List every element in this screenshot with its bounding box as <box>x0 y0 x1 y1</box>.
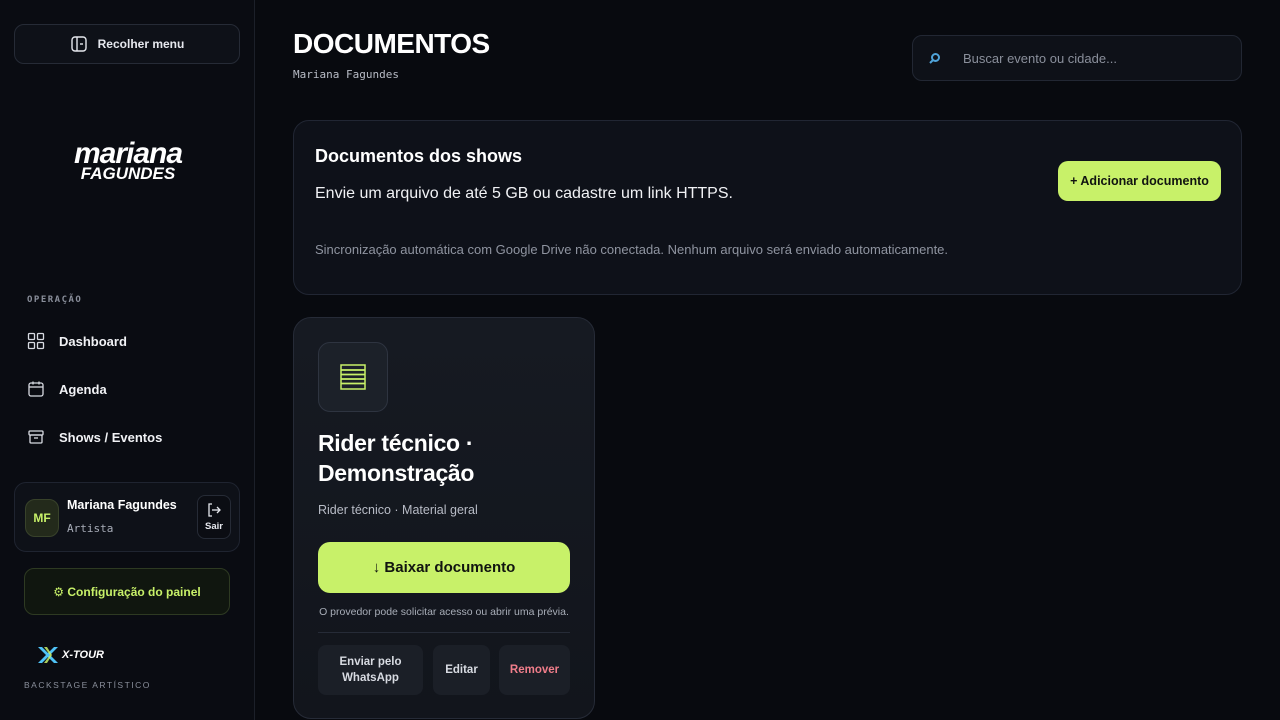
artist-logo: mariana FAGUNDES <box>57 139 199 182</box>
page-title: DOCUMENTOS <box>293 28 490 59</box>
user-name: Mariana Fagundes <box>67 498 177 512</box>
search-input[interactable] <box>963 36 1233 80</box>
calendar-icon <box>28 381 44 397</box>
x-tour-logo-icon <box>38 647 58 663</box>
document-title: Rider técnico · Demonstração <box>318 430 475 486</box>
avatar: MF <box>25 499 59 537</box>
grid-icon <box>27 332 45 350</box>
remove-document-button[interactable]: Remover <box>499 645 570 695</box>
sidebar-item-agenda[interactable]: Agenda <box>27 379 107 399</box>
search-box <box>912 35 1242 81</box>
section-label-operacao: OPERAÇÃO <box>27 295 83 305</box>
sidebar-toggle-icon <box>70 36 87 52</box>
sidebar-item-shows-eventos[interactable]: Shows / Eventos <box>27 427 162 447</box>
brand-logo: X-TOUR <box>36 645 104 665</box>
user-role: Artista <box>67 522 114 535</box>
sidebar-item-label: Shows / Eventos <box>59 429 163 445</box>
logout-icon <box>208 503 221 517</box>
panel-description: Envie um arquivo de até 5 GB ou cadastre… <box>315 185 733 202</box>
sidebar-item-label: Dashboard <box>59 333 127 349</box>
documents-panel: Documentos dos shows Envie um arquivo de… <box>293 120 1242 295</box>
brand-subtitle: BACKSTAGE ARTÍSTICO <box>24 680 151 690</box>
document-hint: O provedor pode solicitar acesso ou abri… <box>319 606 569 618</box>
sidebar-item-label: Agenda <box>59 381 107 397</box>
brand-name: X-TOUR <box>62 649 104 661</box>
archive-icon <box>28 430 44 444</box>
download-document-button[interactable]: ↓ Baixar documento <box>318 542 570 593</box>
panel-config-button[interactable]: ⚙ Configuração do painel <box>24 568 230 615</box>
document-icon <box>340 364 366 390</box>
document-card: Rider técnico · Demonstração Rider técni… <box>293 317 595 719</box>
send-whatsapp-button[interactable]: Enviar pelo WhatsApp <box>318 645 423 695</box>
divider <box>318 632 570 633</box>
user-card: MF Mariana Fagundes Artista Sair <box>14 482 240 552</box>
logout-button[interactable]: Sair <box>197 495 231 539</box>
logout-label: Sair <box>205 521 223 532</box>
panel-sync-note: Sincronização automática com Google Driv… <box>315 242 949 257</box>
sidebar-item-dashboard[interactable]: Dashboard <box>27 331 127 351</box>
document-meta: Rider técnico · Material geral <box>318 503 478 517</box>
page-subtitle: Mariana Fagundes <box>293 68 399 81</box>
panel-title: Documentos dos shows <box>315 146 523 166</box>
panel-config-label: ⚙ Configuração do painel <box>53 584 201 599</box>
add-document-button[interactable]: + Adicionar documento <box>1058 161 1221 201</box>
sidebar: Recolher menu mariana FAGUNDES OPERAÇÃO … <box>0 0 255 720</box>
document-icon-box <box>318 342 388 412</box>
edit-document-button[interactable]: Editar <box>433 645 490 695</box>
collapse-menu-label: Recolher menu <box>97 37 185 51</box>
collapse-menu-button[interactable]: Recolher menu <box>14 24 240 64</box>
search-icon <box>929 53 940 64</box>
